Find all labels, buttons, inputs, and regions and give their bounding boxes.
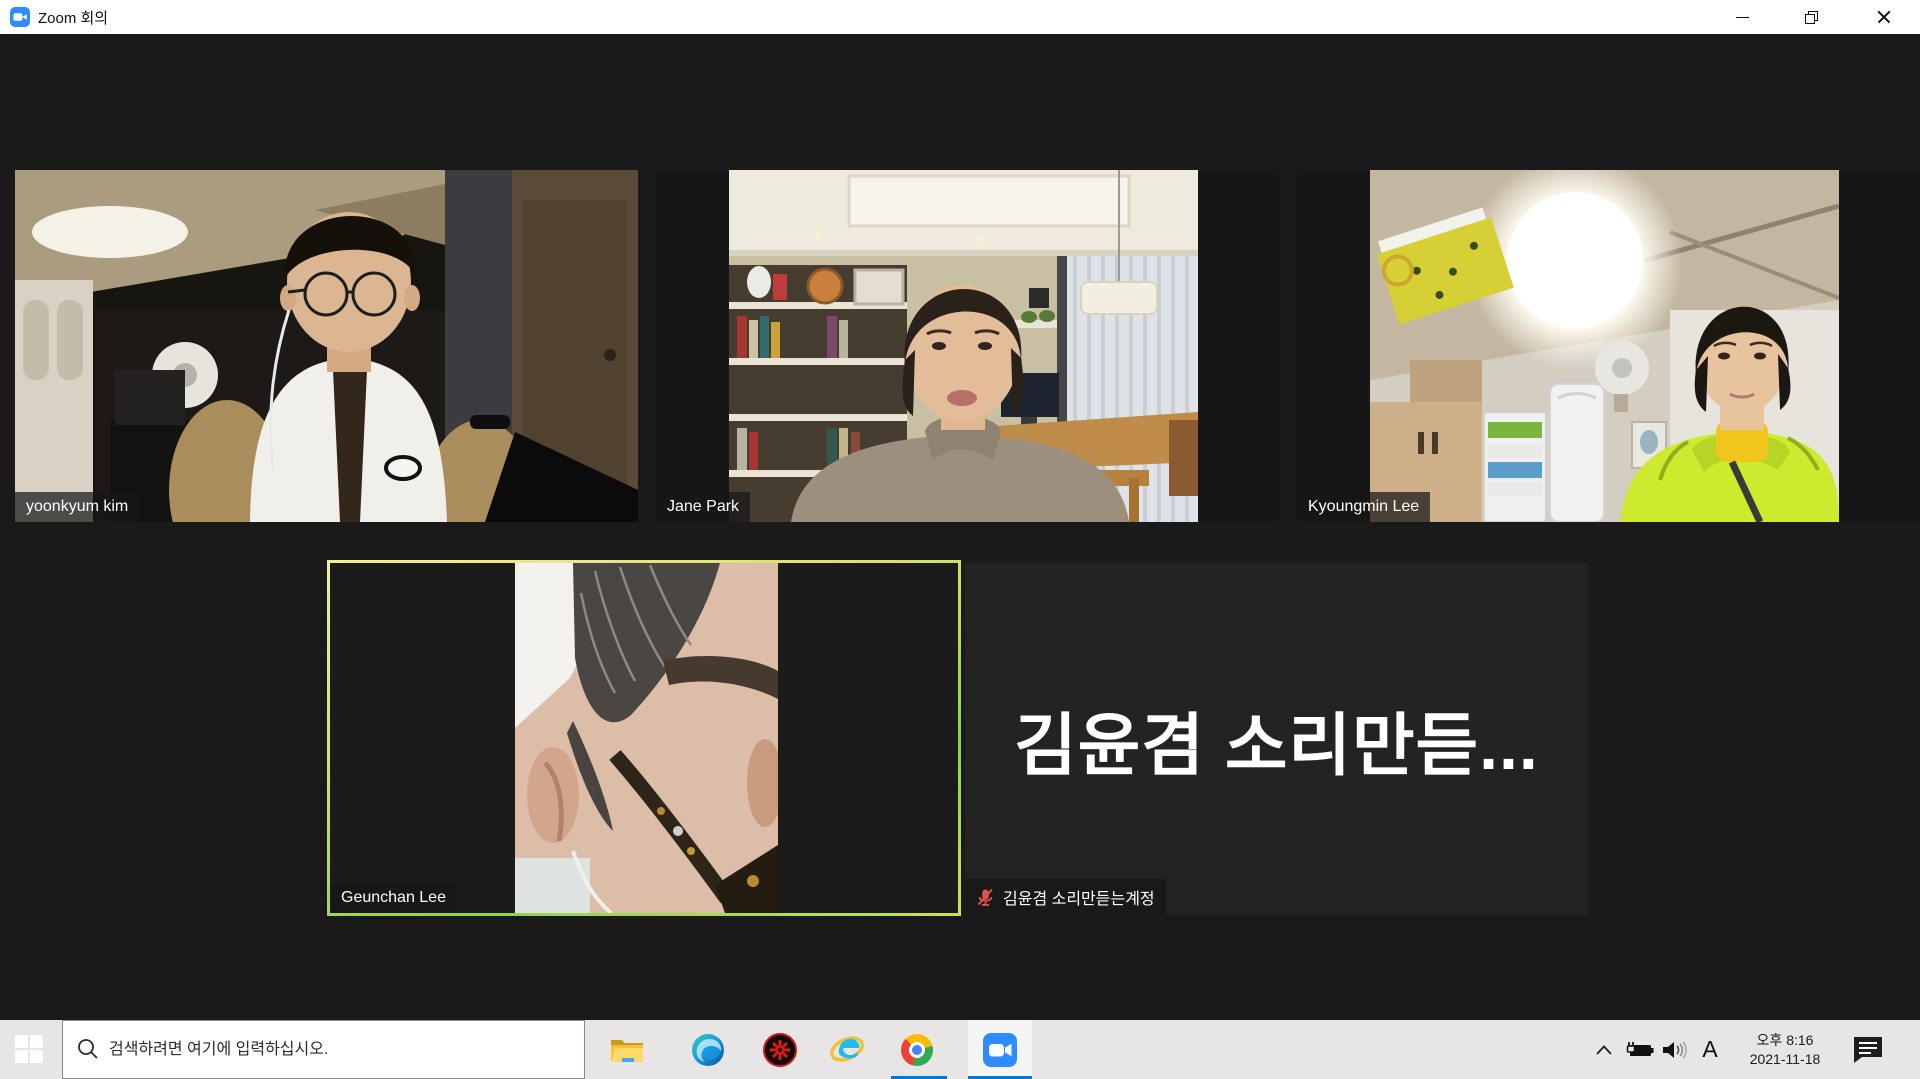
- video-frame-jane-park: [729, 170, 1198, 522]
- zoom-icon: [983, 1033, 1017, 1067]
- taskbar-red-gear-app-button[interactable]: [756, 1020, 804, 1079]
- zoom-meeting-window: Zoom 회의: [0, 0, 1920, 1079]
- video-frame-geunchan-lee: [515, 563, 778, 913]
- minimize-button[interactable]: [1719, 0, 1765, 34]
- meeting-video-grid: yoonkyum kim: [0, 34, 1920, 1020]
- notification-bubble-icon: [1850, 1035, 1886, 1065]
- restore-button[interactable]: [1788, 0, 1834, 34]
- taskbar-search-input[interactable]: [62, 1020, 585, 1079]
- battery-charging-icon: [1624, 1040, 1654, 1060]
- window-title: Zoom 회의: [38, 7, 108, 28]
- edge-browser-icon: [691, 1033, 725, 1067]
- participant-name: 김윤겸 소리만듣는계정: [1003, 885, 1155, 909]
- video-tile-yoonkyum-kim[interactable]: yoonkyum kim: [15, 170, 638, 522]
- zoom-app-icon: [10, 7, 30, 27]
- close-button[interactable]: [1861, 0, 1907, 34]
- video-frame-kyoungmin-lee: [1370, 170, 1839, 522]
- video-tile-geunchan-lee-active-speaker[interactable]: Geunchan Lee: [327, 560, 961, 916]
- taskbar-chrome-button[interactable]: [893, 1020, 941, 1079]
- video-tile-kyoungmin-lee[interactable]: Kyoungmin Lee: [1297, 170, 1920, 522]
- participant-display-name-large: 김윤겸 소리만듣...: [1014, 690, 1539, 789]
- tray-overflow-button[interactable]: [1589, 1020, 1619, 1079]
- speaker-icon: [1662, 1040, 1688, 1060]
- participant-name-label: Kyoungmin Lee: [1297, 492, 1430, 522]
- video-tile-kim-yoon-gyeom-muted[interactable]: 김윤겸 소리만듣... 김윤겸 소리만듣는계정: [965, 563, 1588, 915]
- taskbar-edge-button[interactable]: [684, 1020, 732, 1079]
- chrome-icon: [901, 1034, 933, 1066]
- clock-date: 2021-11-18: [1733, 1050, 1837, 1069]
- muted-mic-icon: [976, 888, 995, 907]
- red-gear-app-icon: [763, 1033, 797, 1067]
- video-tile-jane-park[interactable]: Jane Park: [656, 170, 1279, 522]
- participant-name: Kyoungmin Lee: [1308, 498, 1419, 516]
- participant-name: Jane Park: [667, 498, 739, 516]
- tray-clock[interactable]: 오후 8:16 2021-11-18: [1733, 1020, 1837, 1079]
- participant-name-label: Jane Park: [656, 492, 750, 522]
- start-button[interactable]: [0, 1020, 60, 1079]
- window-titlebar[interactable]: Zoom 회의: [0, 0, 1920, 34]
- participant-name-label: yoonkyum kim: [15, 492, 139, 522]
- tray-ime-button[interactable]: A: [1694, 1020, 1726, 1079]
- video-frame-yoonkyum-kim: [15, 170, 638, 522]
- file-explorer-icon: [610, 1035, 644, 1065]
- taskbar-internet-explorer-button[interactable]: [823, 1020, 871, 1079]
- participant-name-label: Geunchan Lee: [330, 883, 457, 913]
- participant-name: Geunchan Lee: [341, 889, 446, 907]
- participant-name: yoonkyum kim: [26, 498, 128, 516]
- windows-logo-icon: [15, 1035, 45, 1065]
- action-center-button[interactable]: [1842, 1020, 1894, 1079]
- tray-battery-button[interactable]: [1621, 1020, 1657, 1079]
- participant-name-label: 김윤겸 소리만듣는계정: [965, 879, 1166, 915]
- windows-taskbar: A 오후 8:16 2021-11-18 3: [0, 1020, 1920, 1079]
- chevron-up-icon: [1596, 1045, 1612, 1055]
- taskbar-zoom-button[interactable]: [968, 1020, 1032, 1079]
- internet-explorer-icon: [829, 1033, 865, 1067]
- taskbar-file-explorer-button[interactable]: [603, 1020, 651, 1079]
- tray-volume-button[interactable]: [1658, 1020, 1692, 1079]
- clock-time: 오후 8:16: [1733, 1031, 1837, 1050]
- ime-language-indicator: A: [1702, 1036, 1717, 1063]
